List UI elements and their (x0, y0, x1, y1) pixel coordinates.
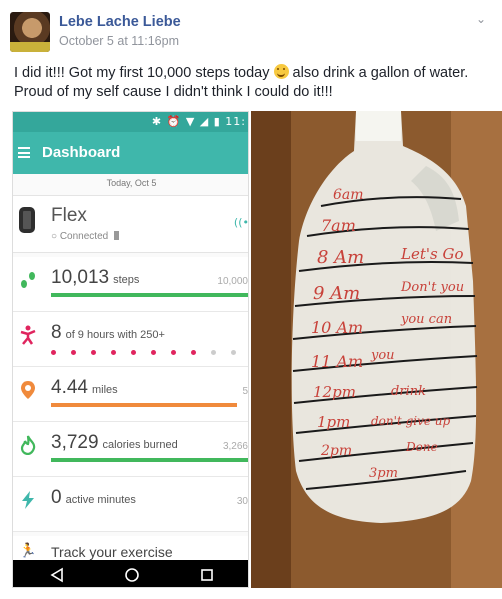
active-goal: 30 (236, 496, 248, 507)
miles-goal: 5 (242, 386, 248, 397)
battery-icon (113, 231, 119, 240)
track-exercise-row[interactable]: 🏃 Track your exercise (13, 536, 248, 560)
track-exercise-label: Track your exercise (51, 544, 173, 560)
hour-dot (151, 350, 156, 355)
calories-goal: 3,266 (222, 441, 248, 452)
hourly-activity-tile[interactable]: 8 of 9 hours with 250+ (13, 312, 248, 367)
post-text: I did it!!! Got my first 10,000 steps to… (14, 64, 494, 102)
page-title: Dashboard (42, 144, 121, 161)
label-10am: 10 Am (311, 318, 363, 337)
note-lets-go: Let's Go (400, 245, 463, 263)
tracker-band-icon (19, 207, 35, 233)
post-header: Lebe Lache Liebe October 5 at 11:16pm ⌄ (8, 6, 494, 56)
water-jug-illustration: 6am 7am 8 Am 9 Am 10 Am 11 Am 12pm 1pm 2… (251, 111, 502, 588)
hourly-dots (51, 350, 248, 356)
miles-progress-bar (51, 403, 237, 407)
home-icon[interactable] (124, 567, 140, 583)
hours-value: 8 of 9 hours with 250+ (51, 322, 165, 343)
fitbit-screenshot[interactable]: ✱ ⏰ ▼ ◢ ▮ 11: Dashboard Today, Oct 5 Fle… (12, 111, 249, 588)
back-icon[interactable] (49, 567, 65, 583)
avatar[interactable] (10, 12, 50, 52)
post-text-part-1: I did it!!! Got my first 10,000 steps to… (14, 65, 270, 81)
author-name[interactable]: Lebe Lache Liebe (59, 14, 181, 30)
post-timestamp[interactable]: October 5 at 11:16pm (59, 34, 179, 48)
water-jug-photo[interactable]: 6am 7am 8 Am 9 Am 10 Am 11 Am 12pm 1pm 2… (251, 111, 502, 588)
device-status: ○ Connected (51, 231, 119, 242)
smiling-face-icon (273, 64, 289, 79)
facebook-post: Lebe Lache Liebe October 5 at 11:16pm ⌄ … (0, 0, 502, 599)
footsteps-icon (21, 272, 35, 288)
hour-dot (191, 350, 196, 355)
label-3pm: 3pm (369, 466, 398, 481)
person-active-icon (20, 325, 36, 345)
lightning-icon (22, 491, 34, 509)
steps-goal: 10,000 (217, 276, 248, 287)
hour-dot (231, 350, 236, 355)
label-9am: 9 Am (313, 283, 360, 304)
label-7am: 7am (321, 216, 356, 235)
active-value: 0 active minutes (51, 487, 136, 508)
label-2pm: 2pm (320, 443, 352, 459)
status-icons: ✱ ⏰ ▼ ◢ ▮ 11: (151, 115, 246, 128)
note-drink: drink (391, 384, 426, 399)
date-label: Today, Oct 5 (106, 178, 157, 188)
label-6am: 6am (333, 187, 364, 203)
hour-dot (51, 350, 56, 355)
distance-tile[interactable]: 4.44 miles 5 (13, 367, 248, 422)
note-you-can: you can (400, 312, 452, 327)
hour-dot (111, 350, 116, 355)
running-icon: 🏃 (19, 542, 37, 558)
flame-icon (20, 435, 36, 455)
location-pin-icon (21, 381, 35, 399)
steps-value: 10,013 steps (51, 267, 140, 288)
status-bar: ✱ ⏰ ▼ ◢ ▮ 11: (13, 112, 248, 132)
menu-icon[interactable] (18, 147, 30, 158)
calories-tile[interactable]: 3,729 calories burned 3,266 (13, 422, 248, 477)
steps-progress-bar (51, 293, 248, 297)
note-you: you (370, 348, 395, 363)
label-8am: 8 Am (317, 247, 364, 268)
hour-dot (71, 350, 76, 355)
note-done: Done (405, 440, 438, 454)
label-12pm: 12pm (313, 383, 356, 401)
device-name: Flex (51, 205, 87, 226)
steps-tile[interactable]: 10,013 steps 10,000 (13, 257, 248, 312)
miles-value: 4.44 miles (51, 377, 118, 398)
device-card[interactable]: Flex ○ Connected ((• (13, 195, 249, 253)
recent-apps-icon[interactable] (199, 567, 215, 583)
label-1pm: 1pm (317, 413, 350, 431)
note-dont-you: Don't you (400, 280, 464, 295)
wireless-sync-icon: ((• (233, 216, 249, 229)
hour-dot (91, 350, 96, 355)
calories-value: 3,729 calories burned (51, 432, 178, 453)
hour-dot (211, 350, 216, 355)
calories-progress-bar (51, 458, 248, 462)
chevron-down-icon[interactable]: ⌄ (474, 13, 488, 25)
active-minutes-tile[interactable]: 0 active minutes 30 (13, 477, 248, 532)
label-11am: 11 Am (311, 352, 363, 371)
hour-dot (171, 350, 176, 355)
note-dont-give-up: don't give up (371, 414, 451, 428)
android-nav-bar (13, 560, 248, 587)
app-bar: Dashboard (13, 132, 248, 174)
sync-circle-icon: ○ (51, 231, 58, 242)
hour-dot (131, 350, 136, 355)
